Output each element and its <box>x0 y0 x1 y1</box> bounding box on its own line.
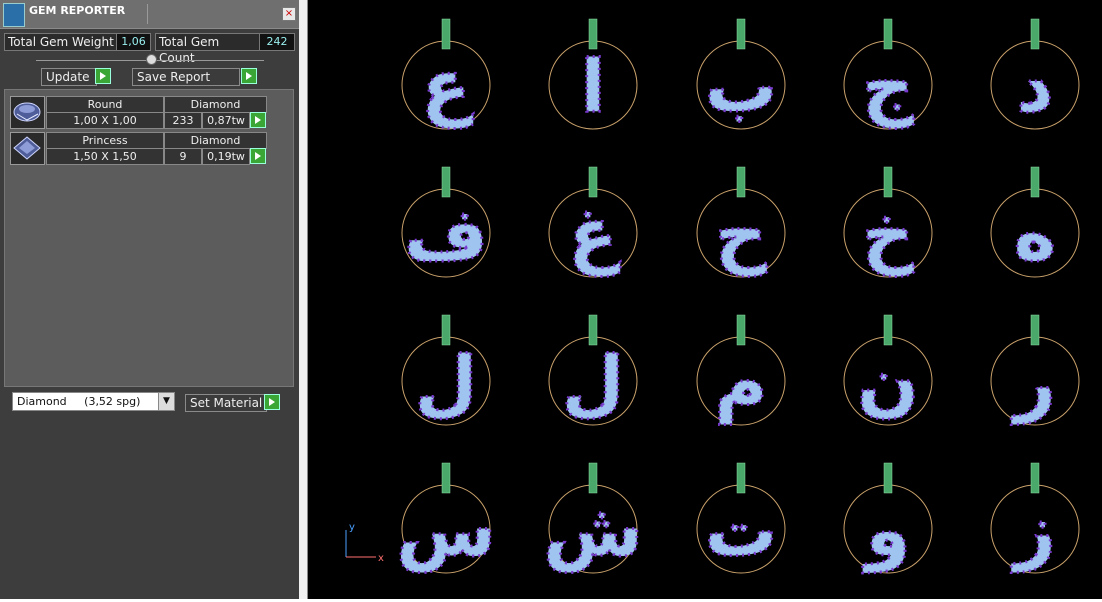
pendant[interactable]: ب <box>696 18 786 130</box>
pendant-letter: د <box>1017 44 1054 128</box>
pendant-letter: ز <box>1011 488 1055 573</box>
pendant-letter: ه <box>1014 192 1057 276</box>
gem-count: 9 <box>164 148 202 165</box>
material-select-value: Diamond (3,52 spg) <box>17 395 141 408</box>
pendant-letter: س <box>396 488 495 572</box>
gem-row-go-icon[interactable] <box>250 148 266 164</box>
pendant[interactable]: و <box>843 462 933 575</box>
gem-list: Round Diamond 1,00 X 1,00 233 0,87tw Pri… <box>4 89 294 387</box>
pendant-letter: ج <box>862 44 914 129</box>
pendant[interactable]: ن <box>843 314 933 426</box>
axis-x-label: x <box>378 553 384 564</box>
pendant-letter: ف <box>404 192 488 276</box>
pendant-letter: ر <box>1011 340 1055 425</box>
pendant[interactable]: ح <box>696 166 786 279</box>
pendant[interactable]: م <box>696 314 786 426</box>
update-go-icon[interactable] <box>95 68 111 84</box>
total-gem-count-value: 242 <box>259 33 295 51</box>
pendant[interactable]: د <box>990 18 1080 130</box>
pendant[interactable]: ل <box>548 314 638 426</box>
pendant-letter: ن <box>857 340 918 424</box>
pendant-letter: م <box>715 340 768 424</box>
pendant[interactable]: ل <box>401 314 491 426</box>
gem-reporter-panel: GEM REPORTER × Total Gem Weight 1,06 Tot… <box>0 0 299 599</box>
axis-gizmo: y x <box>345 522 384 564</box>
gem-row-go-icon[interactable] <box>250 112 266 128</box>
gem-size: 1,50 X 1,50 <box>46 148 164 165</box>
title-separator <box>147 4 148 24</box>
pendant[interactable]: ج <box>843 18 933 131</box>
pendant-letter: ت <box>705 488 777 572</box>
save-report-button[interactable]: Save Report <box>132 68 240 86</box>
material-select[interactable]: Diamond (3,52 spg) ▼ <box>12 392 175 411</box>
pendant-letter: ح <box>715 192 767 277</box>
round-gem-icon <box>10 96 45 129</box>
chevron-down-icon[interactable]: ▼ <box>158 393 174 410</box>
pendant[interactable]: ع <box>401 18 491 131</box>
gem-reporter-icon <box>3 3 25 27</box>
pendant[interactable]: خ <box>843 166 933 279</box>
pendant-letter: غ <box>568 192 620 277</box>
pendant-letter: ا <box>581 44 606 128</box>
panel-divider[interactable] <box>299 0 307 599</box>
panel-titlebar[interactable]: GEM REPORTER × <box>0 0 299 29</box>
update-button[interactable]: Update <box>41 68 97 86</box>
close-icon[interactable]: × <box>282 7 296 21</box>
pendant[interactable]: ف <box>401 166 491 278</box>
panel-title: GEM REPORTER <box>29 4 126 17</box>
gem-material: Diamond <box>164 132 267 149</box>
gem-shape: Round <box>46 96 164 113</box>
slider-handle[interactable] <box>146 54 157 65</box>
3d-viewport[interactable]: ع ا ب ج د فغ ح خ ه ل ل م ن ر سشت و ز y x <box>307 0 1102 599</box>
pendant-letter: ل <box>562 340 624 424</box>
gem-material: Diamond <box>164 96 267 113</box>
axis-y-label: y <box>349 522 355 533</box>
gem-size: 1,00 X 1,00 <box>46 112 164 129</box>
pendant-letter: ل <box>415 340 477 424</box>
total-gem-weight-label: Total Gem Weight <box>4 33 119 51</box>
pendant[interactable]: ش <box>542 462 644 574</box>
pendant[interactable]: س <box>395 462 497 574</box>
princess-gem-icon <box>10 132 45 165</box>
pendant[interactable]: ز <box>990 462 1080 575</box>
total-gem-weight-value: 1,06 <box>116 33 151 51</box>
pendant[interactable]: ر <box>990 314 1080 427</box>
pendant-letter: ب <box>705 44 777 128</box>
pendant[interactable]: ا <box>548 18 638 130</box>
pendant-letter: خ <box>862 192 914 277</box>
pendant[interactable]: ت <box>696 462 786 574</box>
total-gem-count-label: Total Gem Count <box>155 33 262 65</box>
set-material-button[interactable]: Set Material <box>185 394 267 412</box>
gem-count: 233 <box>164 112 202 129</box>
pendant[interactable]: غ <box>548 166 638 279</box>
gem-weight: 0,87tw <box>202 112 250 129</box>
pendant-letter: ش <box>543 488 642 572</box>
pendant[interactable]: ه <box>990 166 1080 278</box>
viewport-canvas[interactable]: ع ا ب ج د ف غ ح خ ه ل ل م ن ر س ش ت و ز y x <box>308 0 1102 599</box>
pendant-letter: ع <box>421 44 473 129</box>
gem-shape: Princess <box>46 132 164 149</box>
gem-weight: 0,19tw <box>202 148 250 165</box>
save-report-go-icon[interactable] <box>241 68 257 84</box>
set-material-go-icon[interactable] <box>264 394 280 410</box>
pendant-letter: و <box>863 488 911 573</box>
